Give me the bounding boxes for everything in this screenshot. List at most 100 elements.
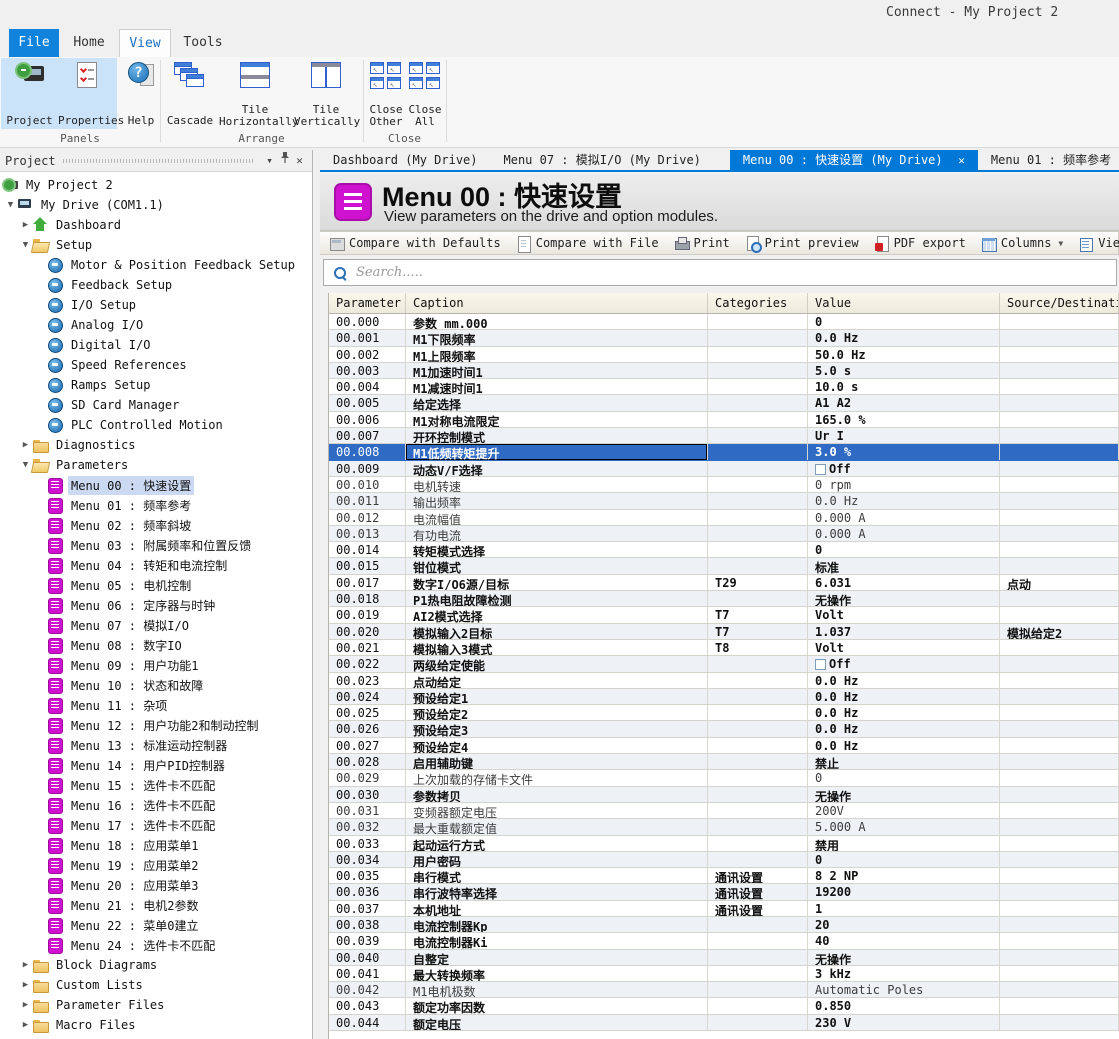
- tile-vertically-button[interactable]: Tile Vertically: [294, 60, 358, 128]
- cell-value[interactable]: A1 A2: [808, 395, 1000, 410]
- column-header-caption[interactable]: Caption: [406, 293, 708, 313]
- cell-value[interactable]: 20: [808, 917, 1000, 932]
- tree-item[interactable]: ▶Block Diagrams: [0, 955, 312, 975]
- table-row[interactable]: 00.032最大重载额定值5.000 A: [329, 819, 1119, 835]
- ribbon-tab-tools[interactable]: Tools: [171, 29, 235, 57]
- document-tab[interactable]: Menu 07 : 模拟I/O (My Drive): [491, 150, 714, 170]
- table-row[interactable]: 00.037本机地址通讯设置1: [329, 901, 1119, 917]
- tree-item[interactable]: Menu 06 : 定序器与时钟: [0, 595, 312, 615]
- tree-item[interactable]: Menu 22 : 菜单0建立: [0, 915, 312, 935]
- panel-drag-grip[interactable]: [63, 159, 255, 163]
- expand-arrow-icon[interactable]: ▶: [19, 1020, 32, 1030]
- table-row[interactable]: 00.039电流控制器Ki40: [329, 933, 1119, 949]
- column-header-value[interactable]: Value: [808, 293, 1000, 313]
- table-row[interactable]: 00.044额定电压230 V: [329, 1015, 1119, 1031]
- table-row[interactable]: 00.025预设给定20.0 Hz: [329, 705, 1119, 721]
- expand-arrow-icon[interactable]: ▶: [19, 440, 32, 450]
- cell-value[interactable]: 8 2 NP: [808, 868, 1000, 883]
- tree-item[interactable]: Menu 18 : 应用菜单1: [0, 835, 312, 855]
- table-row[interactable]: 00.010电机转速0 rpm: [329, 477, 1119, 493]
- tree-item[interactable]: Menu 10 : 状态和故障: [0, 675, 312, 695]
- cell-value[interactable]: 0.000 A: [808, 526, 1000, 541]
- cell-value[interactable]: 0.000 A: [808, 510, 1000, 525]
- table-row[interactable]: 00.014转矩模式选择0: [329, 542, 1119, 558]
- table-row[interactable]: 00.038电流控制器Kp20: [329, 917, 1119, 933]
- cell-value[interactable]: 5.0 s: [808, 363, 1000, 378]
- table-row[interactable]: 00.031变频器额定电压200V: [329, 803, 1119, 819]
- search-input[interactable]: Search.....: [323, 259, 1117, 286]
- table-row[interactable]: 00.018P1热电阻故障检测无操作: [329, 591, 1119, 607]
- table-row[interactable]: 00.007开环控制模式Ur I: [329, 428, 1119, 444]
- cell-value[interactable]: 0.0 Hz: [808, 330, 1000, 345]
- project-panel-button[interactable]: Project: [2, 60, 57, 128]
- tree-item[interactable]: Menu 01 : 频率参考: [0, 495, 312, 515]
- table-row[interactable]: 00.027预设给定40.0 Hz: [329, 738, 1119, 754]
- cell-value[interactable]: 禁止: [808, 754, 1000, 769]
- document-tab-active[interactable]: Menu 00 : 快速设置 (My Drive) ✕: [730, 150, 978, 170]
- table-row[interactable]: 00.035串行模式通讯设置8 2 NP: [329, 868, 1119, 884]
- close-all-button[interactable]: Close All: [407, 60, 443, 128]
- table-row[interactable]: 00.011输出频率0.0 Hz: [329, 493, 1119, 509]
- compare-with-defaults-button[interactable]: Compare with Defaults: [329, 236, 501, 251]
- tile-horizontally-button[interactable]: Tile Horizontally: [219, 60, 291, 128]
- table-row[interactable]: 00.023点动给定0.0 Hz: [329, 673, 1119, 689]
- tree-item[interactable]: ▼My Drive (COM1.1): [0, 195, 312, 215]
- collapse-arrow-icon[interactable]: ▼: [19, 460, 32, 470]
- document-tab[interactable]: Dashboard (My Drive): [320, 150, 491, 170]
- cell-value[interactable]: 10.0 s: [808, 379, 1000, 394]
- table-row[interactable]: 00.008M1低频转矩提升3.0 %: [329, 444, 1119, 460]
- tree-item[interactable]: Menu 02 : 频率斜坡: [0, 515, 312, 535]
- cell-value[interactable]: 0.850: [808, 998, 1000, 1013]
- cell-value[interactable]: Volt: [808, 640, 1000, 655]
- table-row[interactable]: 00.043额定功率因数0.850: [329, 998, 1119, 1014]
- cell-value[interactable]: 禁用: [808, 836, 1000, 851]
- column-header-parameter[interactable]: Parameter: [329, 293, 406, 313]
- table-row[interactable]: 00.006M1对称电流限定165.0 %: [329, 412, 1119, 428]
- tree-item[interactable]: Feedback Setup: [0, 275, 312, 295]
- cell-value[interactable]: 0.0 Hz: [808, 738, 1000, 753]
- cell-value[interactable]: Volt: [808, 607, 1000, 622]
- tree-item[interactable]: ▼Parameters: [0, 455, 312, 475]
- panel-close-icon[interactable]: ✕: [292, 151, 307, 171]
- table-row[interactable]: 00.017数字I/O6源/目标T296.031点动: [329, 575, 1119, 591]
- tree-item[interactable]: Menu 09 : 用户功能1: [0, 655, 312, 675]
- pdf-export-button[interactable]: PDF export: [874, 236, 966, 251]
- table-row[interactable]: 00.005给定选择A1 A2: [329, 395, 1119, 411]
- table-row[interactable]: 00.030参数拷贝无操作: [329, 787, 1119, 803]
- tree-item[interactable]: ▶Diagnostics: [0, 435, 312, 455]
- tree-item[interactable]: Menu 00 : 快速设置: [0, 475, 312, 495]
- table-row[interactable]: 00.028启用辅助键禁止: [329, 754, 1119, 770]
- cell-value[interactable]: 6.031: [808, 575, 1000, 590]
- cell-value[interactable]: 165.0 %: [808, 412, 1000, 427]
- cell-value[interactable]: 3 kHz: [808, 966, 1000, 981]
- tree-item[interactable]: Menu 17 : 选件卡不匹配: [0, 815, 312, 835]
- expand-arrow-icon[interactable]: ▶: [19, 1000, 32, 1010]
- tree-item[interactable]: Digital I/O: [0, 335, 312, 355]
- cell-value[interactable]: 1: [808, 901, 1000, 916]
- cell-value[interactable]: Ur I: [808, 428, 1000, 443]
- cell-value[interactable]: 0: [808, 314, 1000, 329]
- panel-dropdown-icon[interactable]: ▾: [262, 151, 277, 171]
- cell-value[interactable]: 无操作: [808, 950, 1000, 965]
- tree-item[interactable]: SD Card Manager: [0, 395, 312, 415]
- view-button[interactable]: View▼: [1078, 236, 1119, 251]
- columns-button[interactable]: Columns▼: [981, 236, 1063, 251]
- tree-item[interactable]: Menu 11 : 杂项: [0, 695, 312, 715]
- cell-value[interactable]: 0.0 Hz: [808, 689, 1000, 704]
- cell-value[interactable]: 0.0 Hz: [808, 721, 1000, 736]
- tree-item[interactable]: My Project 2: [0, 175, 312, 195]
- tree-item[interactable]: Menu 07 : 模拟I/O: [0, 615, 312, 635]
- cell-value[interactable]: 无操作: [808, 787, 1000, 802]
- expand-arrow-icon[interactable]: ▶: [19, 980, 32, 990]
- cell-value[interactable]: 0.0 Hz: [808, 673, 1000, 688]
- tree-item[interactable]: Menu 21 : 电机2参数: [0, 895, 312, 915]
- checkbox-unchecked[interactable]: [815, 464, 826, 475]
- tree-item[interactable]: Motor & Position Feedback Setup: [0, 255, 312, 275]
- cell-value[interactable]: 50.0 Hz: [808, 347, 1000, 362]
- tree-item[interactable]: Ramps Setup: [0, 375, 312, 395]
- cell-value[interactable]: 0: [808, 770, 1000, 785]
- print-button[interactable]: Print: [674, 236, 730, 251]
- tree-item[interactable]: Menu 19 : 应用菜单2: [0, 855, 312, 875]
- tree-item[interactable]: Menu 03 : 附属频率和位置反馈: [0, 535, 312, 555]
- cell-value[interactable]: 3.0 %: [808, 444, 1000, 459]
